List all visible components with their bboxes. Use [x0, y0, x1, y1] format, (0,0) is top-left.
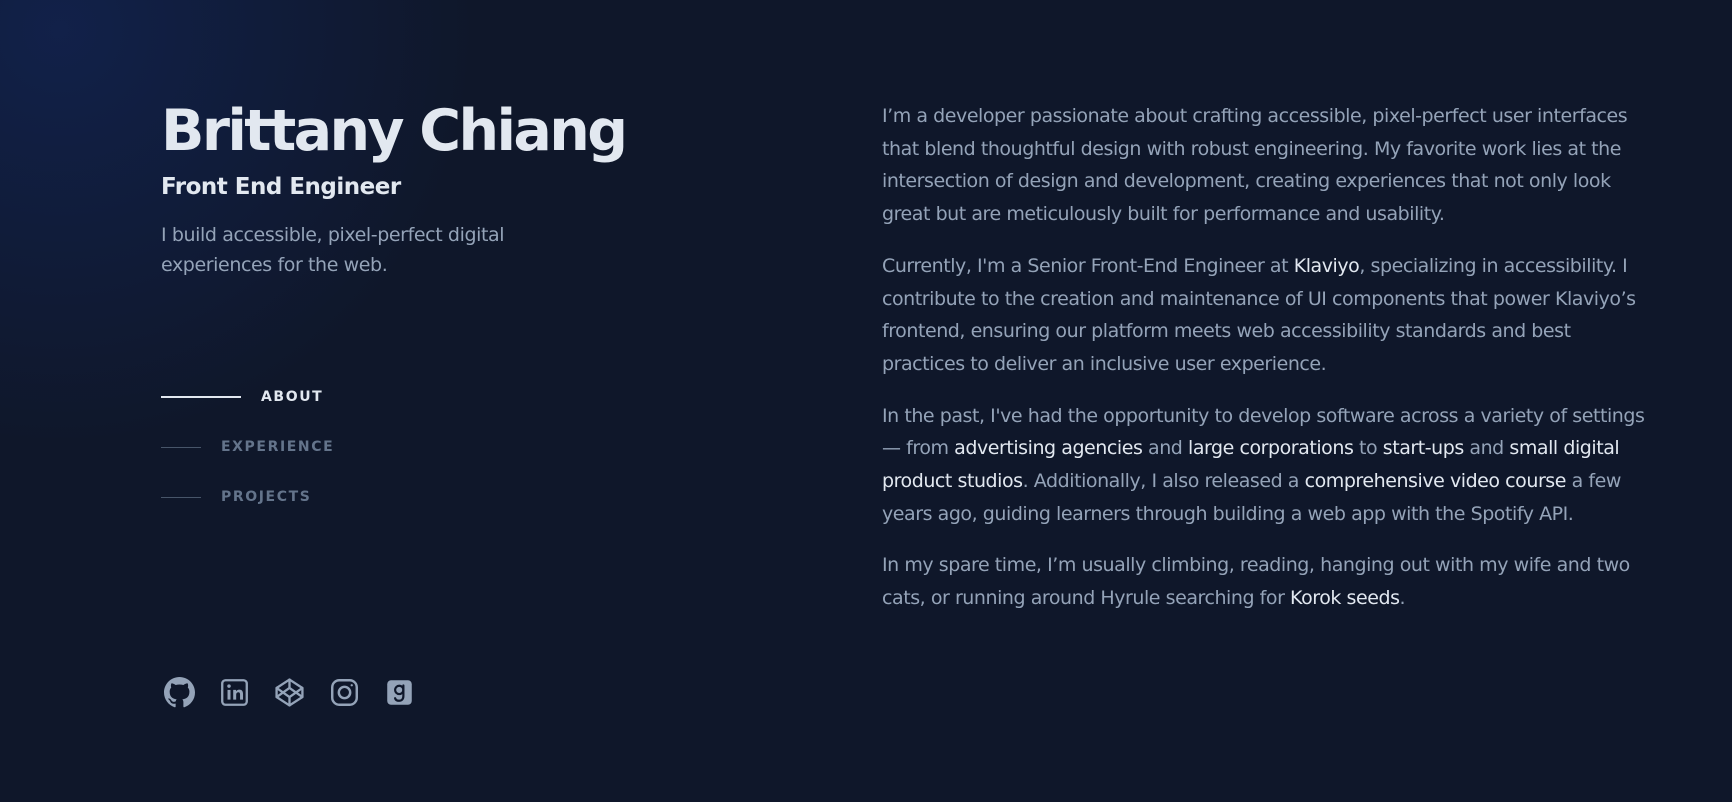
about-paragraph: I’m a developer passionate about craftin… [882, 100, 1652, 231]
advertising-agencies-link[interactable]: advertising agencies [954, 437, 1143, 459]
header: Brittany Chiang Front End Engineer I bui… [161, 96, 761, 280]
about-paragraph: In my spare time, I’m usually climbing, … [882, 549, 1652, 614]
korok-seeds-link[interactable]: Korok seeds [1290, 587, 1400, 609]
page-title[interactable]: Brittany Chiang [161, 96, 761, 166]
about-section: I’m a developer passionate about craftin… [882, 100, 1652, 634]
nav-indicator [161, 496, 201, 498]
about-text: . [1399, 587, 1406, 610]
github-icon [163, 676, 195, 707]
goodreads-icon [386, 679, 412, 705]
about-paragraph: Currently, I'm a Senior Front-End Engine… [882, 250, 1652, 381]
section-nav: ABOUT EXPERIENCE PROJECTS [161, 380, 334, 530]
about-text: . Additionally, I also released a [1022, 470, 1305, 493]
video-course-link[interactable]: comprehensive video course [1305, 470, 1567, 492]
nav-item-projects[interactable]: PROJECTS [161, 480, 334, 514]
nav-item-about[interactable]: ABOUT [161, 380, 334, 414]
instagram-link[interactable] [328, 676, 360, 708]
goodreads-link[interactable] [383, 676, 415, 708]
page: Brittany Chiang Front End Engineer I bui… [0, 0, 1732, 802]
linkedin-icon [220, 678, 248, 706]
about-text: and [1142, 437, 1188, 460]
large-corporations-link[interactable]: large corporations [1188, 437, 1354, 459]
about-text: to [1353, 437, 1383, 460]
nav-label-projects: PROJECTS [221, 489, 312, 505]
about-text: I’m a developer passionate about craftin… [882, 105, 1628, 226]
klaviyo-link[interactable]: Klaviyo [1294, 255, 1360, 277]
about-paragraph: In the past, I've had the opportunity to… [882, 400, 1652, 531]
social-links [163, 676, 438, 708]
github-link[interactable] [163, 676, 195, 708]
job-title: Front End Engineer [161, 174, 401, 200]
instagram-icon [330, 678, 358, 706]
tagline: I build accessible, pixel-perfect digita… [161, 224, 505, 276]
about-text: Currently, I'm a Senior Front-End Engine… [882, 254, 1294, 277]
nav-item-experience[interactable]: EXPERIENCE [161, 430, 334, 464]
about-text: and [1463, 437, 1510, 460]
codepen-link[interactable] [273, 676, 305, 708]
about-text: In my spare time, I’m usually climbing, … [882, 554, 1630, 610]
nav-indicator [161, 396, 241, 398]
nav-indicator [161, 446, 201, 448]
nav-label-about: ABOUT [261, 389, 324, 405]
start-ups-link[interactable]: start-ups [1383, 437, 1465, 459]
codepen-icon [274, 677, 304, 707]
linkedin-link[interactable] [218, 676, 250, 708]
nav-label-experience: EXPERIENCE [221, 439, 335, 455]
